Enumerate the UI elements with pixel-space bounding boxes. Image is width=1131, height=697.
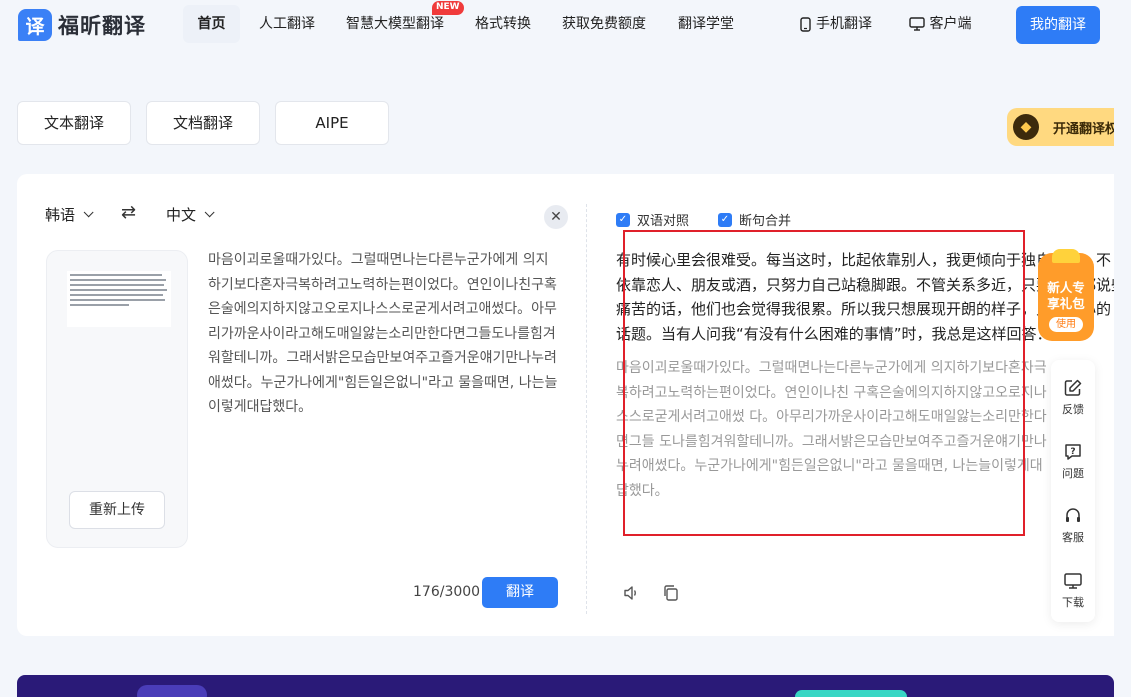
monitor-icon [908,17,925,31]
checkbox-checked-icon: ✓ [616,212,630,227]
checkbox-checked-icon: ✓ [718,212,732,227]
bilingual-checkbox[interactable]: ✓ 双语对照 [616,210,689,229]
highlight-box [623,230,1025,536]
customer-service-label: 客服 [1062,531,1084,544]
crown-icon: ◆ [1013,114,1039,140]
download-label: 下载 [1062,596,1084,609]
side-toolbar: 反馈 ? 问题 客服 下载 [1051,360,1095,622]
gift-line-1: 新人专 [1047,280,1085,295]
nav-mobile-translation[interactable]: 手机翻译 [793,5,879,43]
chevron-down-icon [83,207,94,218]
new-badge: NEW [432,1,464,15]
scrollbar[interactable] [1114,52,1131,697]
copy-icon[interactable] [662,584,680,602]
translate-button[interactable]: 翻译 [482,577,558,608]
panel-divider [586,204,587,614]
chevron-down-icon [204,207,215,218]
nav-human-translation[interactable]: 人工翻译 [251,5,323,43]
customer-service-button[interactable]: 客服 [1051,506,1095,545]
bilingual-label: 双语对照 [637,214,690,229]
phone-icon [800,16,811,32]
new-user-gift-button[interactable]: 新人专 享礼包 使用 [1038,249,1094,341]
my-translation-button[interactable]: 我的翻译 [1016,6,1100,44]
download-button[interactable]: 下载 [1051,571,1095,610]
brand-name: 福昕翻译 [58,14,146,38]
gift-line-2: 享礼包 [1047,296,1085,311]
tab-aipe[interactable]: AIPE [275,101,389,145]
question-button[interactable]: ? 问题 [1051,442,1095,481]
logo-icon: 译 [18,9,52,41]
banner-tag [795,690,907,697]
source-language-select[interactable]: 韩语 [45,204,94,225]
nav-translation-school[interactable]: 翻译学堂 [670,5,742,43]
vip-upgrade-button[interactable]: ◆ 开通翻译权 [1007,108,1131,146]
nav-mobile-label: 手机翻译 [816,16,872,32]
close-icon[interactable]: ✕ [544,205,568,229]
nav-client-label: 客户端 [929,16,972,32]
monitor-icon [1064,573,1082,589]
gift-use-label: 使用 [1049,317,1083,332]
feedback-button[interactable]: 反馈 [1051,378,1095,417]
character-counter: 176/3000 [413,584,481,600]
top-nav-bar: 译 福昕翻译 首页 人工翻译 智慧大模型翻译 NEW 格式转换 获取免费额度 翻… [0,0,1131,50]
nav-ai-model-label: 智慧大模型翻译 [346,16,444,32]
tab-document-translation[interactable]: 文档翻译 [146,101,260,145]
uploaded-image-thumbnail[interactable] [67,271,171,327]
question-label: 问题 [1062,467,1084,480]
headset-icon [1066,508,1080,522]
feedback-label: 反馈 [1062,403,1084,416]
source-language-label: 韩语 [45,206,76,224]
nav-free-quota[interactable]: 获取免费额度 [557,5,651,43]
banner-decoration [137,685,207,697]
nav-home[interactable]: 首页 [183,5,240,43]
nav-ai-model-translation[interactable]: 智慧大模型翻译 NEW [342,1,464,43]
target-language-label: 中文 [166,206,197,224]
target-language-select[interactable]: 中文 [166,204,215,225]
reupload-button[interactable]: 重新上传 [69,491,165,529]
nav-format-conversion[interactable]: 格式转换 [467,5,539,43]
source-text[interactable]: 마음이괴로울때가있다。그럴때면나는다른누군가에게 의지하기보다혼자극복하려고노력… [208,248,558,420]
merge-label: 断句合并 [739,214,792,229]
promo-banner[interactable] [17,675,1114,697]
translation-panel: 韩语 ⇄ 中文 ✕ 重新上传 마음이괴로울때가있다。그럴때면나는다른누군가에게 … [17,174,1131,636]
brand-logo[interactable]: 译 福昕翻译 [18,9,146,41]
merge-sentences-checkbox[interactable]: ✓ 断句合并 [718,210,791,229]
edit-icon [1064,379,1082,396]
nav-client[interactable]: 客户端 [905,5,975,43]
speaker-icon[interactable] [622,584,640,602]
tab-text-translation[interactable]: 文本翻译 [17,101,131,145]
gift-bow-icon [1052,249,1080,263]
vip-label: 开通翻译权 [1053,121,1119,137]
question-icon: ? [1065,444,1081,460]
svg-text:?: ? [1070,447,1075,457]
swap-languages-icon[interactable]: ⇄ [121,202,136,223]
uploaded-image-card: 重新上传 [46,250,188,548]
